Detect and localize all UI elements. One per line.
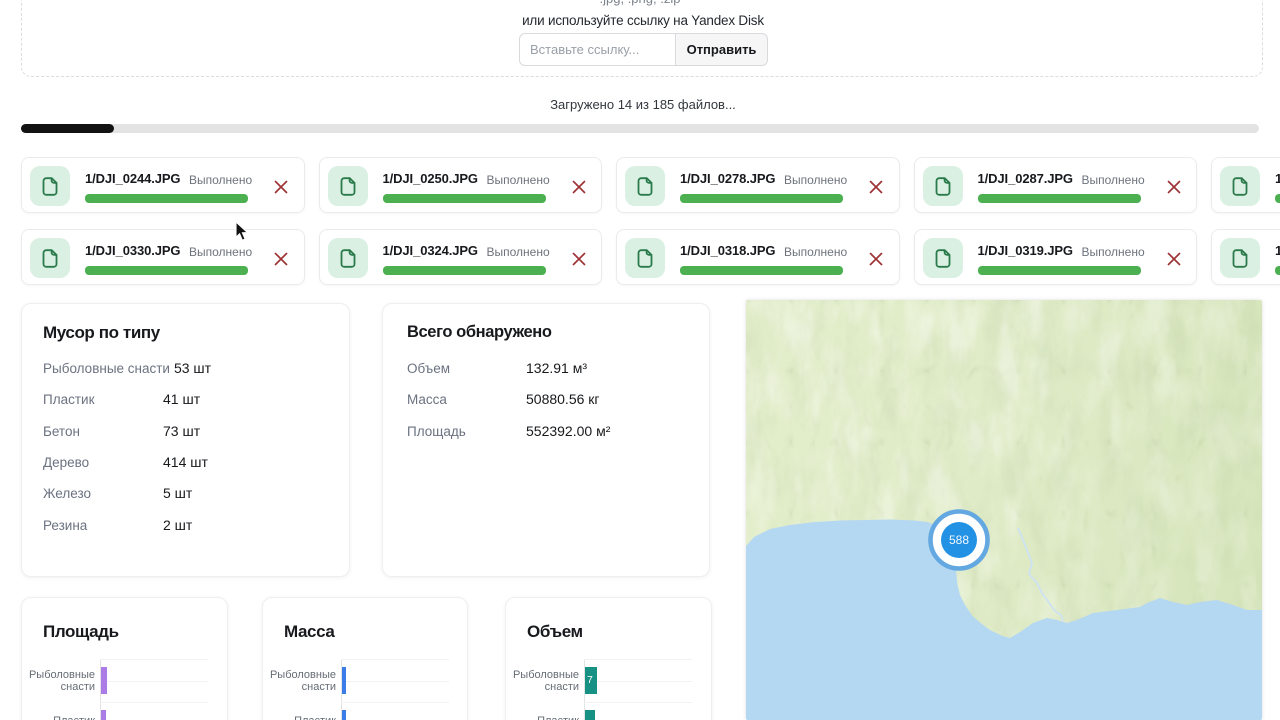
- svg-text:588: 588: [949, 533, 969, 547]
